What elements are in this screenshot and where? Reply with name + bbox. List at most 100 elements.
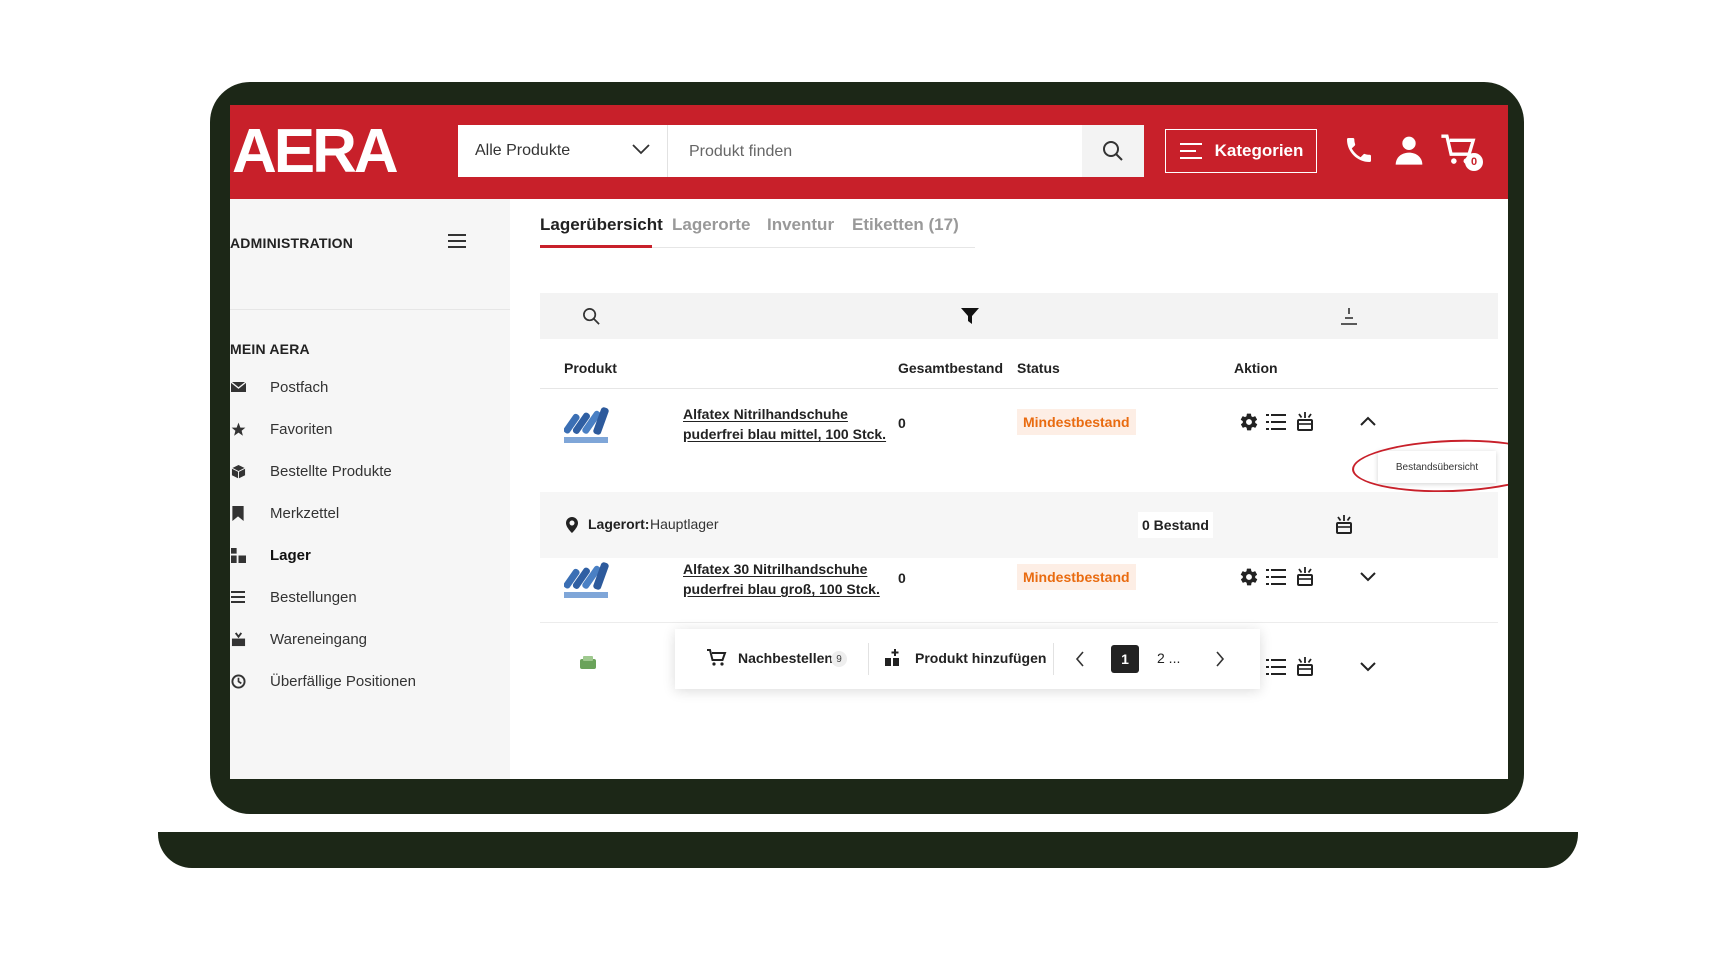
highlight-annotation-ring (1351, 436, 1508, 496)
chevron-down-icon (632, 144, 650, 155)
hamburger-icon[interactable] (448, 233, 466, 249)
table-toolbar (540, 293, 1498, 339)
aera-logo[interactable]: AERA (232, 121, 399, 183)
sort-icon[interactable] (1340, 306, 1358, 326)
overdue-icon (230, 673, 246, 689)
tab-inventur[interactable]: Inventur (767, 215, 834, 235)
screen: AERA Alle Produkte Kateg (230, 105, 1508, 779)
product-name-line2: puderfrei blau groß, 100 Stck. (683, 581, 880, 597)
cart-icon (707, 649, 727, 666)
stock-overview-icon[interactable] (1295, 566, 1315, 586)
location-pin-icon (566, 517, 578, 533)
tab-etiketten[interactable]: Etiketten (17) (852, 215, 959, 235)
search-box: Alle Produkte (458, 125, 1144, 179)
box-icon (230, 463, 246, 479)
floating-action-bar: Nachbestellen 9 Produkt hinzufügen 1 2 .… (675, 629, 1260, 689)
product-name-line1: Alfatex Nitrilhandschuhe (683, 406, 848, 422)
produkt-hinzufuegen-button[interactable]: Produkt hinzufügen (915, 650, 1046, 666)
incoming-goods-icon (230, 631, 246, 647)
gear-icon[interactable] (1239, 412, 1259, 432)
product-name-link[interactable]: Alfatex Nitrilhandschuhe puderfrei blau … (683, 404, 886, 444)
kategorien-label: Kategorien (1214, 141, 1304, 160)
lagerort-value: Hauptlager (650, 516, 719, 532)
gear-icon[interactable] (1239, 567, 1259, 587)
phone-icon[interactable] (1343, 133, 1375, 167)
stock-overview-icon[interactable] (1295, 411, 1315, 431)
sidebar-item-bestellte-produkte[interactable]: Bestellte Produkte (230, 459, 510, 483)
product-name-link[interactable]: Alfatex 30 Nitrilhandschuhe puderfrei bl… (683, 559, 880, 599)
product-thumbnail[interactable] (578, 655, 598, 671)
product-name-line2: puderfrei blau mittel, 100 Stck. (683, 426, 887, 442)
product-thumbnail-gloves[interactable] (564, 562, 612, 600)
sidebar-item-favoriten[interactable]: Favoriten (230, 417, 510, 441)
sidebar-item-wareneingang[interactable]: Wareneingang (230, 627, 510, 651)
lagerort-row: Lagerort: Hauptlager 0 Bestand (540, 492, 1498, 558)
category-select[interactable]: Alle Produkte (458, 125, 668, 177)
sidebar-item-merkzettel[interactable]: Merkzettel (230, 501, 510, 525)
sidebar-item-label: Merkzettel (270, 504, 340, 522)
chevron-left-icon[interactable] (1075, 651, 1085, 667)
sidebar-divider (230, 309, 510, 310)
header-divider (540, 388, 1498, 389)
search-icon[interactable] (582, 307, 601, 326)
kategorien-button[interactable]: Kategorien (1165, 129, 1317, 173)
sidebar-item-lager[interactable]: Lager (230, 543, 510, 567)
tab-lagerorte[interactable]: Lagerorte (672, 215, 750, 235)
laptop-base (158, 832, 1578, 868)
sidebar-item-label: Lager (270, 546, 311, 564)
cart-count-badge: 0 (1465, 153, 1483, 171)
pagination-current-page[interactable]: 1 (1111, 645, 1139, 673)
nachbestellen-button[interactable]: Nachbestellen (738, 650, 833, 666)
bar-divider (1053, 643, 1054, 675)
sidebar-item-label: Überfällige Positionen (270, 672, 416, 690)
sidebar-item-label: Favoriten (270, 420, 333, 438)
user-icon[interactable] (1393, 133, 1425, 167)
filter-icon[interactable] (961, 307, 979, 325)
column-header-produkt: Produkt (564, 360, 617, 376)
sidebar-admin-title: ADMINISTRATION (230, 235, 354, 251)
bookmark-icon (230, 505, 246, 521)
sidebar-item-label: Bestellte Produkte (270, 462, 392, 480)
sidebar-item-ueberfaellige[interactable]: Überfällige Positionen (230, 669, 510, 693)
sidebar-item-bestellungen[interactable]: Bestellungen (230, 585, 510, 609)
pagination-next-pages[interactable]: 2 ... (1157, 650, 1180, 666)
column-header-aktion: Aktion (1234, 360, 1278, 376)
category-select-value: Alle Produkte (475, 142, 571, 159)
stock-overview-icon[interactable] (1334, 514, 1354, 534)
sidebar: ADMINISTRATION MEIN AERA Postfach Favori… (230, 199, 510, 779)
active-tab-indicator (540, 245, 652, 248)
column-header-gesamtbestand: Gesamtbestand (898, 360, 1004, 376)
list-details-icon[interactable] (1266, 413, 1286, 431)
warehouse-icon (230, 547, 246, 563)
chevron-down-icon[interactable] (1360, 571, 1376, 583)
chevron-up-icon[interactable] (1360, 415, 1376, 427)
sidebar-item-label: Bestellungen (270, 588, 357, 606)
tab-lageruebersicht[interactable]: Lagerübersicht (540, 215, 663, 235)
sidebar-item-postfach[interactable]: Postfach (230, 375, 510, 399)
reorder-count-badge: 9 (831, 651, 847, 667)
stock-overview-icon[interactable] (1295, 656, 1315, 676)
status-badge: Mindestbestand (1017, 564, 1136, 590)
bar-divider (868, 643, 869, 675)
lagerort-stock: 0 Bestand (1138, 512, 1213, 538)
menu-lines-icon (1179, 143, 1202, 159)
add-product-icon (885, 649, 899, 666)
sidebar-mein-title: MEIN AERA (230, 341, 310, 357)
column-header-status: Status (1017, 360, 1060, 376)
list-details-icon[interactable] (1266, 568, 1286, 586)
tab-bar: Lagerübersicht Lagerorte Inventur Etiket… (540, 205, 975, 248)
search-button[interactable] (1082, 125, 1144, 177)
star-icon (230, 421, 246, 437)
search-icon (1103, 141, 1123, 161)
chevron-right-icon[interactable] (1215, 651, 1225, 667)
sidebar-item-label: Wareneingang (270, 630, 368, 648)
search-input[interactable] (669, 125, 1091, 179)
envelope-icon (230, 379, 246, 395)
list-icon (230, 589, 246, 605)
chevron-down-icon[interactable] (1360, 661, 1376, 673)
product-thumbnail-gloves[interactable] (564, 407, 612, 445)
top-header: AERA Alle Produkte Kateg (230, 105, 1508, 199)
total-stock-value: 0 (898, 415, 906, 431)
lagerort-label: Lagerort: (588, 516, 650, 532)
list-details-icon[interactable] (1266, 658, 1286, 676)
